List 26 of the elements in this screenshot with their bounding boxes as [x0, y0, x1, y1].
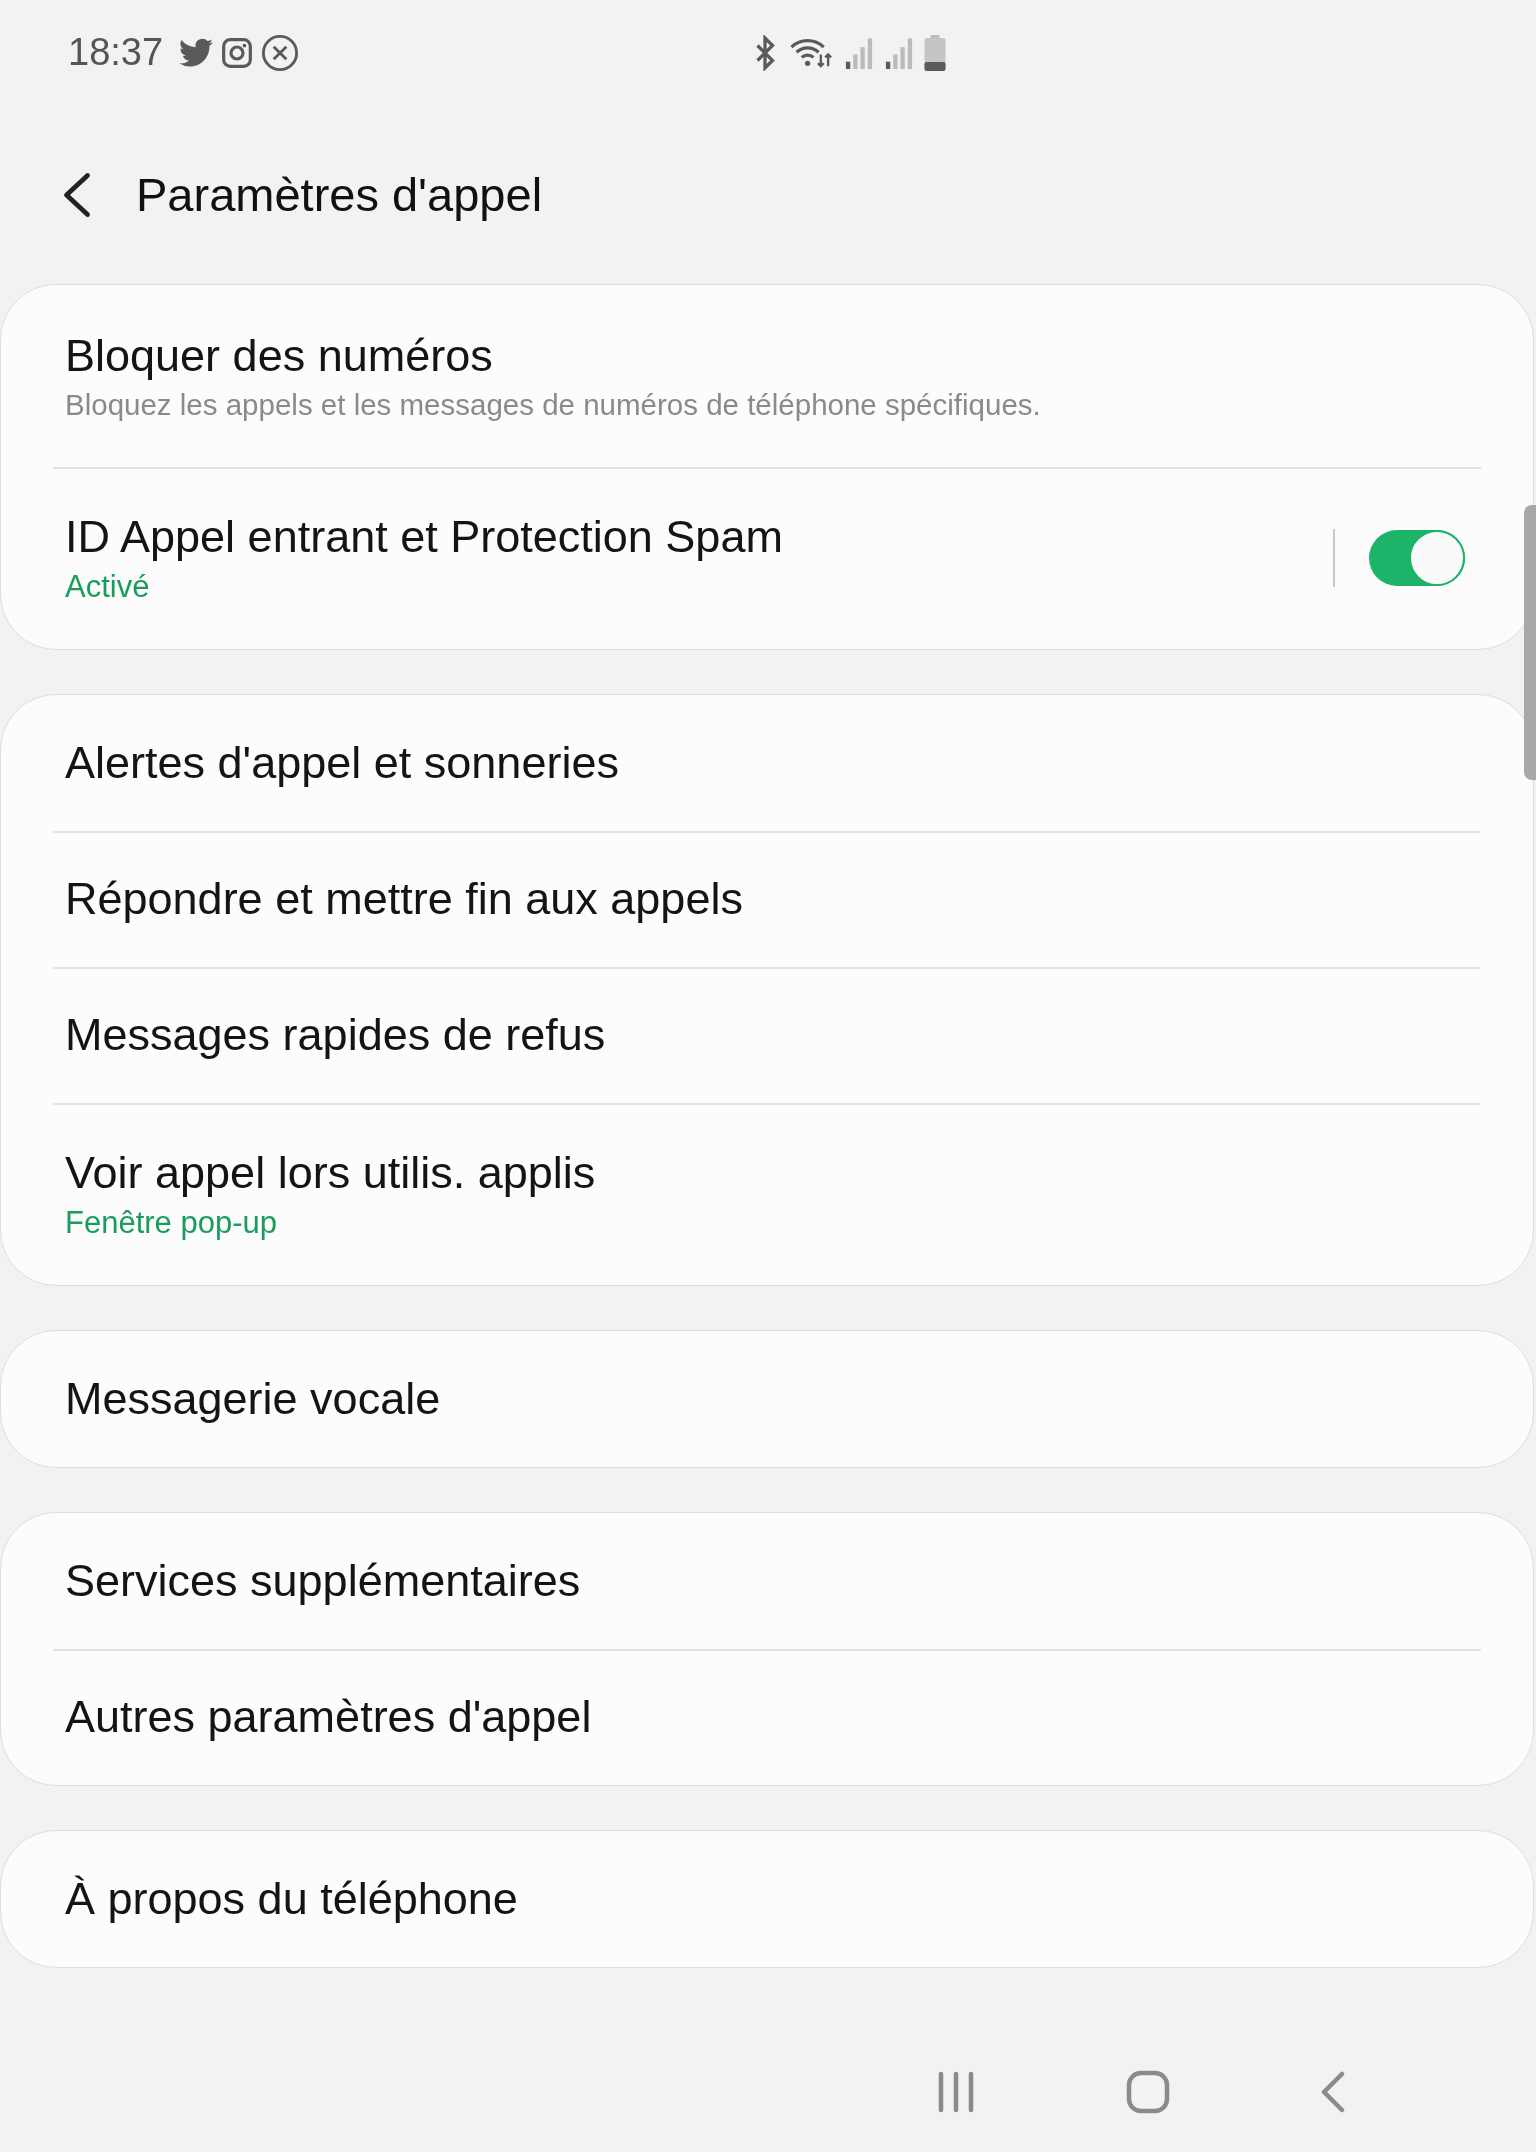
home-icon[interactable] [1126, 2070, 1170, 2114]
setting-title[interactable]: Autres paramètres d'appel [65, 1691, 1469, 1743]
setting-title[interactable]: Voir appel lors utilis. applis [65, 1147, 1469, 1199]
setting-title[interactable]: Messages rapides de refus [65, 1009, 1469, 1061]
battery-icon [924, 34, 946, 71]
setting-status: Fenêtre pop-up [65, 1205, 278, 1241]
clock: 18:37 [68, 31, 164, 74]
setting-title[interactable]: Services supplémentaires [65, 1555, 1469, 1607]
back-icon[interactable] [62, 171, 92, 218]
setting-title[interactable]: Alertes d'appel et sonneries [65, 737, 1469, 789]
setting-title[interactable]: À propos du téléphone [65, 1873, 1469, 1925]
camera-icon [221, 36, 254, 69]
bird-icon [179, 37, 214, 68]
setting-title[interactable]: Messagerie vocale [65, 1373, 1469, 1425]
toggle-switch[interactable] [1369, 530, 1465, 586]
scrollbar[interactable] [1524, 505, 1536, 780]
setting-description: Bloquez les appels et les messages de numéros de téléphone spécifiques. [65, 388, 1042, 422]
setting-status: Activé [65, 569, 151, 605]
signal-icon [844, 36, 874, 69]
close-icon [261, 33, 300, 72]
signal-icon [884, 36, 914, 69]
page-title: Paramètres d'appel [136, 167, 543, 222]
setting-title[interactable]: Bloquer des numéros [65, 330, 1469, 382]
setting-title[interactable]: ID Appel entrant et Protection Spam [65, 511, 1333, 563]
recent-apps-icon[interactable] [936, 2071, 976, 2113]
setting-title[interactable]: Répondre et mettre fin aux appels [65, 873, 1469, 925]
